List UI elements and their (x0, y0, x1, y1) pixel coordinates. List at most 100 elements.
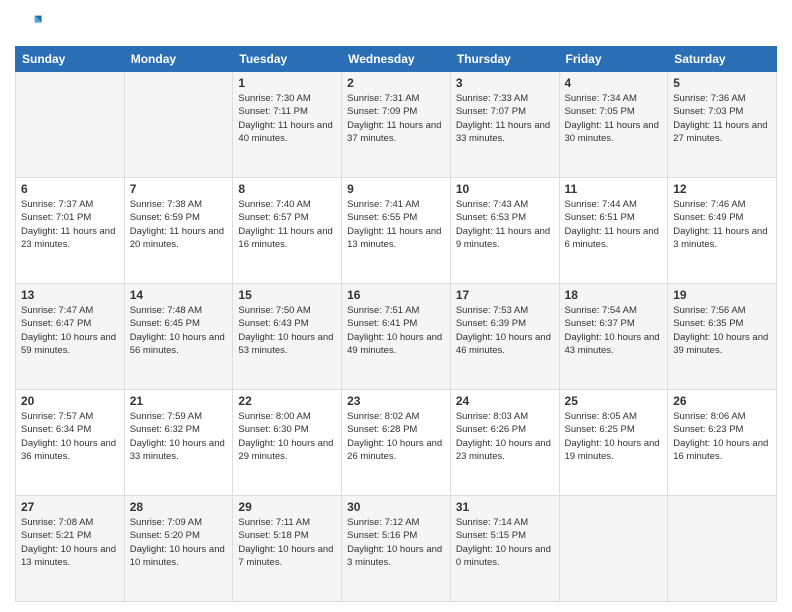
day-number: 10 (456, 182, 554, 196)
day-number: 4 (565, 76, 663, 90)
day-info: Sunrise: 7:36 AM Sunset: 7:03 PM Dayligh… (673, 92, 771, 145)
day-of-week-header: Friday (559, 47, 668, 72)
calendar-cell: 30 Sunrise: 7:12 AM Sunset: 5:16 PM Dayli… (342, 496, 451, 602)
day-info: Sunrise: 7:14 AM Sunset: 5:15 PM Dayligh… (456, 516, 554, 569)
calendar-cell: 25Sunrise: 8:05 AM Sunset: 6:25 PM Dayli… (559, 390, 668, 496)
day-number: 25 (565, 394, 663, 408)
day-number: 16 (347, 288, 445, 302)
calendar-week-row: 27 Sunrise: 7:08 AM Sunset: 5:21 PM Dayli… (16, 496, 777, 602)
day-number: 24 (456, 394, 554, 408)
day-of-week-header: Tuesday (233, 47, 342, 72)
day-info: Sunrise: 7:11 AM Sunset: 5:18 PM Dayligh… (238, 516, 336, 569)
calendar-cell: 14 Sunrise: 7:48 AM Sunset: 6:45 PM Dayli… (124, 284, 233, 390)
day-number: 19 (673, 288, 771, 302)
day-number: 13 (21, 288, 119, 302)
day-info: Sunrise: 7:08 AM Sunset: 5:21 PM Dayligh… (21, 516, 119, 569)
day-info: Sunrise: 7:30 AM Sunset: 7:11 PM Dayligh… (238, 92, 336, 145)
day-of-week-header: Wednesday (342, 47, 451, 72)
calendar-cell: 31 Sunrise: 7:14 AM Sunset: 5:15 PM Dayli… (450, 496, 559, 602)
day-info: Sunrise: 7:34 AM Sunset: 7:05 PM Dayligh… (565, 92, 663, 145)
calendar-cell: 28 Sunrise: 7:09 AM Sunset: 5:20 PM Dayli… (124, 496, 233, 602)
day-number: 6 (21, 182, 119, 196)
calendar-cell: 8Sunrise: 7:40 AM Sunset: 6:57 PM Daylig… (233, 178, 342, 284)
day-number: 8 (238, 182, 336, 196)
day-number: 17 (456, 288, 554, 302)
calendar-cell: 19 Sunrise: 7:56 AM Sunset: 6:35 PM Dayli… (668, 284, 777, 390)
day-info: Sunrise: 7:46 AM Sunset: 6:49 PM Dayligh… (673, 198, 771, 251)
calendar-cell: 1 Sunrise: 7:30 AM Sunset: 7:11 PM Daylig… (233, 72, 342, 178)
day-number: 27 (21, 500, 119, 514)
calendar-cell: 23Sunrise: 8:02 AM Sunset: 6:28 PM Dayli… (342, 390, 451, 496)
day-info: Sunrise: 7:56 AM Sunset: 6:35 PM Dayligh… (673, 304, 771, 357)
day-number: 20 (21, 394, 119, 408)
calendar-cell: 21 Sunrise: 7:59 AM Sunset: 6:32 PM Dayli… (124, 390, 233, 496)
page: SundayMondayTuesdayWednesdayThursdayFrid… (0, 0, 792, 612)
day-number: 7 (130, 182, 228, 196)
day-info: Sunrise: 8:03 AM Sunset: 6:26 PM Dayligh… (456, 410, 554, 463)
calendar-cell (668, 496, 777, 602)
calendar-header-row: SundayMondayTuesdayWednesdayThursdayFrid… (16, 47, 777, 72)
day-number: 14 (130, 288, 228, 302)
calendar-cell (559, 496, 668, 602)
day-info: Sunrise: 7:09 AM Sunset: 5:20 PM Dayligh… (130, 516, 228, 569)
calendar-cell: 12 Sunrise: 7:46 AM Sunset: 6:49 PM Dayli… (668, 178, 777, 284)
calendar-cell: 7Sunrise: 7:38 AM Sunset: 6:59 PM Daylig… (124, 178, 233, 284)
day-of-week-header: Sunday (16, 47, 125, 72)
day-info: Sunrise: 7:59 AM Sunset: 6:32 PM Dayligh… (130, 410, 228, 463)
calendar-week-row: 13 Sunrise: 7:47 AM Sunset: 6:47 PM Dayli… (16, 284, 777, 390)
calendar-cell: 2Sunrise: 7:31 AM Sunset: 7:09 PM Daylig… (342, 72, 451, 178)
day-number: 22 (238, 394, 336, 408)
day-number: 21 (130, 394, 228, 408)
calendar-week-row: 6 Sunrise: 7:37 AM Sunset: 7:01 PM Daylig… (16, 178, 777, 284)
calendar-cell: 24 Sunrise: 8:03 AM Sunset: 6:26 PM Dayli… (450, 390, 559, 496)
calendar-cell: 16 Sunrise: 7:51 AM Sunset: 6:41 PM Dayli… (342, 284, 451, 390)
day-info: Sunrise: 7:37 AM Sunset: 7:01 PM Dayligh… (21, 198, 119, 251)
day-info: Sunrise: 7:47 AM Sunset: 6:47 PM Dayligh… (21, 304, 119, 357)
day-of-week-header: Thursday (450, 47, 559, 72)
day-info: Sunrise: 7:57 AM Sunset: 6:34 PM Dayligh… (21, 410, 119, 463)
day-info: Sunrise: 7:54 AM Sunset: 6:37 PM Dayligh… (565, 304, 663, 357)
day-number: 31 (456, 500, 554, 514)
calendar-cell: 29 Sunrise: 7:11 AM Sunset: 5:18 PM Dayli… (233, 496, 342, 602)
day-info: Sunrise: 7:44 AM Sunset: 6:51 PM Dayligh… (565, 198, 663, 251)
day-info: Sunrise: 7:41 AM Sunset: 6:55 PM Dayligh… (347, 198, 445, 251)
day-number: 28 (130, 500, 228, 514)
day-number: 1 (238, 76, 336, 90)
calendar-week-row: 1 Sunrise: 7:30 AM Sunset: 7:11 PM Daylig… (16, 72, 777, 178)
calendar-cell: 6 Sunrise: 7:37 AM Sunset: 7:01 PM Daylig… (16, 178, 125, 284)
header (15, 10, 777, 38)
day-number: 18 (565, 288, 663, 302)
calendar-cell (124, 72, 233, 178)
day-number: 30 (347, 500, 445, 514)
calendar-cell: 18 Sunrise: 7:54 AM Sunset: 6:37 PM Dayli… (559, 284, 668, 390)
calendar-cell: 17 Sunrise: 7:53 AM Sunset: 6:39 PM Dayli… (450, 284, 559, 390)
calendar-cell: 9 Sunrise: 7:41 AM Sunset: 6:55 PM Daylig… (342, 178, 451, 284)
day-number: 26 (673, 394, 771, 408)
calendar-cell: 26 Sunrise: 8:06 AM Sunset: 6:23 PM Dayli… (668, 390, 777, 496)
day-info: Sunrise: 7:53 AM Sunset: 6:39 PM Dayligh… (456, 304, 554, 357)
day-of-week-header: Monday (124, 47, 233, 72)
day-number: 29 (238, 500, 336, 514)
day-info: Sunrise: 7:51 AM Sunset: 6:41 PM Dayligh… (347, 304, 445, 357)
logo (15, 10, 47, 38)
calendar-cell: 4 Sunrise: 7:34 AM Sunset: 7:05 PM Daylig… (559, 72, 668, 178)
day-number: 2 (347, 76, 445, 90)
calendar-cell: 22 Sunrise: 8:00 AM Sunset: 6:30 PM Dayli… (233, 390, 342, 496)
day-number: 12 (673, 182, 771, 196)
day-number: 23 (347, 394, 445, 408)
day-info: Sunrise: 8:00 AM Sunset: 6:30 PM Dayligh… (238, 410, 336, 463)
day-number: 11 (565, 182, 663, 196)
day-info: Sunrise: 7:48 AM Sunset: 6:45 PM Dayligh… (130, 304, 228, 357)
calendar-week-row: 20 Sunrise: 7:57 AM Sunset: 6:34 PM Dayli… (16, 390, 777, 496)
day-number: 9 (347, 182, 445, 196)
day-info: Sunrise: 7:33 AM Sunset: 7:07 PM Dayligh… (456, 92, 554, 145)
day-info: Sunrise: 7:50 AM Sunset: 6:43 PM Dayligh… (238, 304, 336, 357)
calendar-cell: 15Sunrise: 7:50 AM Sunset: 6:43 PM Dayli… (233, 284, 342, 390)
day-info: Sunrise: 7:12 AM Sunset: 5:16 PM Dayligh… (347, 516, 445, 569)
calendar-cell: 27 Sunrise: 7:08 AM Sunset: 5:21 PM Dayli… (16, 496, 125, 602)
calendar-cell (16, 72, 125, 178)
calendar-cell: 11 Sunrise: 7:44 AM Sunset: 6:51 PM Dayli… (559, 178, 668, 284)
day-info: Sunrise: 7:43 AM Sunset: 6:53 PM Dayligh… (456, 198, 554, 251)
day-info: Sunrise: 8:06 AM Sunset: 6:23 PM Dayligh… (673, 410, 771, 463)
calendar-table: SundayMondayTuesdayWednesdayThursdayFrid… (15, 46, 777, 602)
